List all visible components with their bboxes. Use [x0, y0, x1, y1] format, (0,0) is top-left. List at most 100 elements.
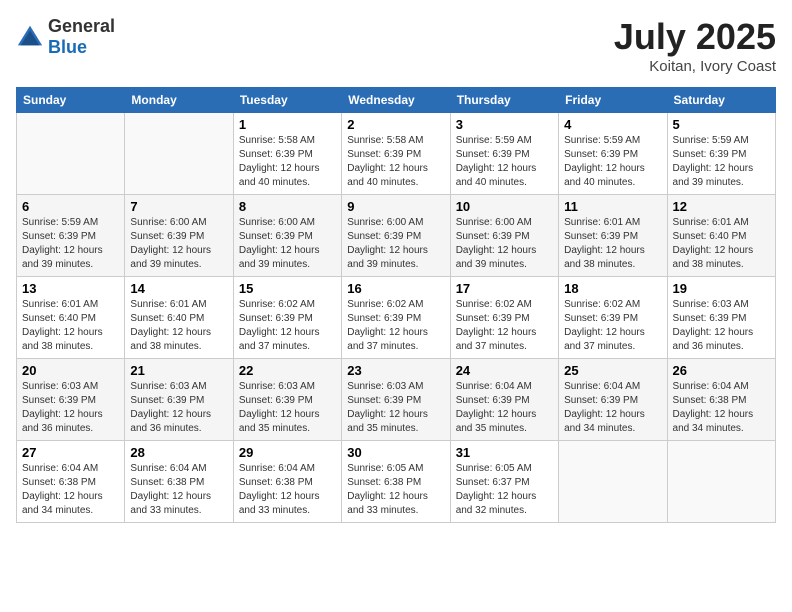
day-number: 22	[239, 363, 336, 378]
calendar-cell: 10Sunrise: 6:00 AM Sunset: 6:39 PM Dayli…	[450, 195, 558, 277]
day-number: 1	[239, 117, 336, 132]
day-info: Sunrise: 6:04 AM Sunset: 6:38 PM Dayligh…	[22, 462, 119, 518]
day-info: Sunrise: 6:02 AM Sunset: 6:39 PM Dayligh…	[456, 298, 553, 354]
week-row-4: 20 Sunrise: 6:03 AM Sunset: 6:39 PM Dayli…	[17, 359, 776, 441]
day-info: Sunrise: 6:00 AM Sunset: 6:39 PM Dayligh…	[347, 216, 444, 272]
day-number: 5	[673, 117, 770, 132]
day-info: Sunrise: 6:04 AM Sunset: 6:38 PM Dayligh…	[673, 380, 770, 436]
day-info: Sunrise: 6:03 AM Sunset: 6:39 PM Dayligh…	[130, 380, 227, 436]
calendar-cell	[17, 113, 125, 195]
day-number: 30	[347, 445, 444, 460]
calendar-cell: 30 Sunrise: 6:05 AM Sunset: 6:38 PM Dayli…	[342, 441, 450, 523]
day-info: Sunrise: 6:02 AM Sunset: 6:39 PM Dayligh…	[239, 298, 336, 354]
day-number: 25	[564, 363, 661, 378]
day-info: Sunrise: 5:59 AM Sunset: 6:39 PM Dayligh…	[456, 134, 553, 190]
calendar-cell: 1 Sunrise: 5:58 AM Sunset: 6:39 PM Daylig…	[233, 113, 341, 195]
logo-icon	[16, 23, 44, 51]
day-number: 26	[673, 363, 770, 378]
day-number: 29	[239, 445, 336, 460]
subtitle: Koitan, Ivory Coast	[614, 58, 776, 75]
calendar-cell: 13Sunrise: 6:01 AM Sunset: 6:40 PM Dayli…	[17, 277, 125, 359]
day-number: 7	[130, 199, 227, 214]
day-number: 28	[130, 445, 227, 460]
day-info: Sunrise: 6:05 AM Sunset: 6:38 PM Dayligh…	[347, 462, 444, 518]
day-info: Sunrise: 6:00 AM Sunset: 6:39 PM Dayligh…	[130, 216, 227, 272]
day-info: Sunrise: 6:03 AM Sunset: 6:39 PM Dayligh…	[239, 380, 336, 436]
day-info: Sunrise: 6:01 AM Sunset: 6:40 PM Dayligh…	[22, 298, 119, 354]
calendar-cell: 15Sunrise: 6:02 AM Sunset: 6:39 PM Dayli…	[233, 277, 341, 359]
day-info: Sunrise: 6:03 AM Sunset: 6:39 PM Dayligh…	[673, 298, 770, 354]
day-info: Sunrise: 6:04 AM Sunset: 6:39 PM Dayligh…	[564, 380, 661, 436]
day-number: 19	[673, 281, 770, 296]
calendar-cell: 3 Sunrise: 5:59 AM Sunset: 6:39 PM Daylig…	[450, 113, 558, 195]
weekday-header-sunday: Sunday	[17, 88, 125, 113]
day-info: Sunrise: 6:01 AM Sunset: 6:40 PM Dayligh…	[130, 298, 227, 354]
title-block: July 2025 Koitan, Ivory Coast	[614, 16, 776, 75]
day-number: 12	[673, 199, 770, 214]
calendar-cell: 5Sunrise: 5:59 AM Sunset: 6:39 PM Daylig…	[667, 113, 775, 195]
day-number: 3	[456, 117, 553, 132]
day-number: 20	[22, 363, 119, 378]
weekday-header-saturday: Saturday	[667, 88, 775, 113]
day-info: Sunrise: 5:58 AM Sunset: 6:39 PM Dayligh…	[347, 134, 444, 190]
calendar-cell: 4 Sunrise: 5:59 AM Sunset: 6:39 PM Daylig…	[559, 113, 667, 195]
day-info: Sunrise: 6:02 AM Sunset: 6:39 PM Dayligh…	[347, 298, 444, 354]
day-number: 31	[456, 445, 553, 460]
day-number: 24	[456, 363, 553, 378]
calendar-cell: 28 Sunrise: 6:04 AM Sunset: 6:38 PM Dayli…	[125, 441, 233, 523]
calendar-cell: 27 Sunrise: 6:04 AM Sunset: 6:38 PM Dayli…	[17, 441, 125, 523]
calendar-cell: 25 Sunrise: 6:04 AM Sunset: 6:39 PM Dayli…	[559, 359, 667, 441]
calendar-cell: 21 Sunrise: 6:03 AM Sunset: 6:39 PM Dayli…	[125, 359, 233, 441]
calendar-cell: 2 Sunrise: 5:58 AM Sunset: 6:39 PM Daylig…	[342, 113, 450, 195]
calendar-cell	[125, 113, 233, 195]
day-info: Sunrise: 6:04 AM Sunset: 6:38 PM Dayligh…	[130, 462, 227, 518]
calendar-cell: 11Sunrise: 6:01 AM Sunset: 6:39 PM Dayli…	[559, 195, 667, 277]
calendar-cell	[667, 441, 775, 523]
day-info: Sunrise: 5:59 AM Sunset: 6:39 PM Dayligh…	[564, 134, 661, 190]
week-row-3: 13Sunrise: 6:01 AM Sunset: 6:40 PM Dayli…	[17, 277, 776, 359]
day-number: 4	[564, 117, 661, 132]
day-number: 21	[130, 363, 227, 378]
day-info: Sunrise: 6:01 AM Sunset: 6:40 PM Dayligh…	[673, 216, 770, 272]
calendar-cell: 17 Sunrise: 6:02 AM Sunset: 6:39 PM Dayli…	[450, 277, 558, 359]
week-row-2: 6 Sunrise: 5:59 AM Sunset: 6:39 PM Daylig…	[17, 195, 776, 277]
logo-text-general: General	[48, 16, 115, 36]
calendar-cell: 6 Sunrise: 5:59 AM Sunset: 6:39 PM Daylig…	[17, 195, 125, 277]
calendar-cell: 24 Sunrise: 6:04 AM Sunset: 6:39 PM Dayli…	[450, 359, 558, 441]
day-info: Sunrise: 6:00 AM Sunset: 6:39 PM Dayligh…	[239, 216, 336, 272]
day-info: Sunrise: 6:04 AM Sunset: 6:39 PM Dayligh…	[456, 380, 553, 436]
calendar-cell: 7 Sunrise: 6:00 AM Sunset: 6:39 PM Daylig…	[125, 195, 233, 277]
calendar-cell: 20 Sunrise: 6:03 AM Sunset: 6:39 PM Dayli…	[17, 359, 125, 441]
day-number: 23	[347, 363, 444, 378]
weekday-header-monday: Monday	[125, 88, 233, 113]
calendar-cell: 26 Sunrise: 6:04 AM Sunset: 6:38 PM Dayli…	[667, 359, 775, 441]
day-number: 27	[22, 445, 119, 460]
page-header: General Blue July 2025 Koitan, Ivory Coa…	[16, 16, 776, 75]
day-number: 9	[347, 199, 444, 214]
day-number: 17	[456, 281, 553, 296]
calendar-cell: 16 Sunrise: 6:02 AM Sunset: 6:39 PM Dayli…	[342, 277, 450, 359]
day-info: Sunrise: 5:59 AM Sunset: 6:39 PM Dayligh…	[22, 216, 119, 272]
main-title: July 2025	[614, 16, 776, 58]
calendar-cell: 29 Sunrise: 6:04 AM Sunset: 6:38 PM Dayli…	[233, 441, 341, 523]
day-info: Sunrise: 6:02 AM Sunset: 6:39 PM Dayligh…	[564, 298, 661, 354]
weekday-header-wednesday: Wednesday	[342, 88, 450, 113]
weekday-header-row: SundayMondayTuesdayWednesdayThursdayFrid…	[17, 88, 776, 113]
day-number: 16	[347, 281, 444, 296]
day-info: Sunrise: 5:58 AM Sunset: 6:39 PM Dayligh…	[239, 134, 336, 190]
calendar-cell: 18 Sunrise: 6:02 AM Sunset: 6:39 PM Dayli…	[559, 277, 667, 359]
day-info: Sunrise: 6:04 AM Sunset: 6:38 PM Dayligh…	[239, 462, 336, 518]
calendar-cell: 12 Sunrise: 6:01 AM Sunset: 6:40 PM Dayli…	[667, 195, 775, 277]
day-info: Sunrise: 6:03 AM Sunset: 6:39 PM Dayligh…	[22, 380, 119, 436]
calendar-cell: 22 Sunrise: 6:03 AM Sunset: 6:39 PM Dayli…	[233, 359, 341, 441]
calendar-cell: 8Sunrise: 6:00 AM Sunset: 6:39 PM Daylig…	[233, 195, 341, 277]
day-info: Sunrise: 6:01 AM Sunset: 6:39 PM Dayligh…	[564, 216, 661, 272]
weekday-header-friday: Friday	[559, 88, 667, 113]
week-row-5: 27 Sunrise: 6:04 AM Sunset: 6:38 PM Dayli…	[17, 441, 776, 523]
logo: General Blue	[16, 16, 115, 58]
day-number: 6	[22, 199, 119, 214]
day-number: 2	[347, 117, 444, 132]
day-number: 18	[564, 281, 661, 296]
weekday-header-tuesday: Tuesday	[233, 88, 341, 113]
calendar-cell	[559, 441, 667, 523]
